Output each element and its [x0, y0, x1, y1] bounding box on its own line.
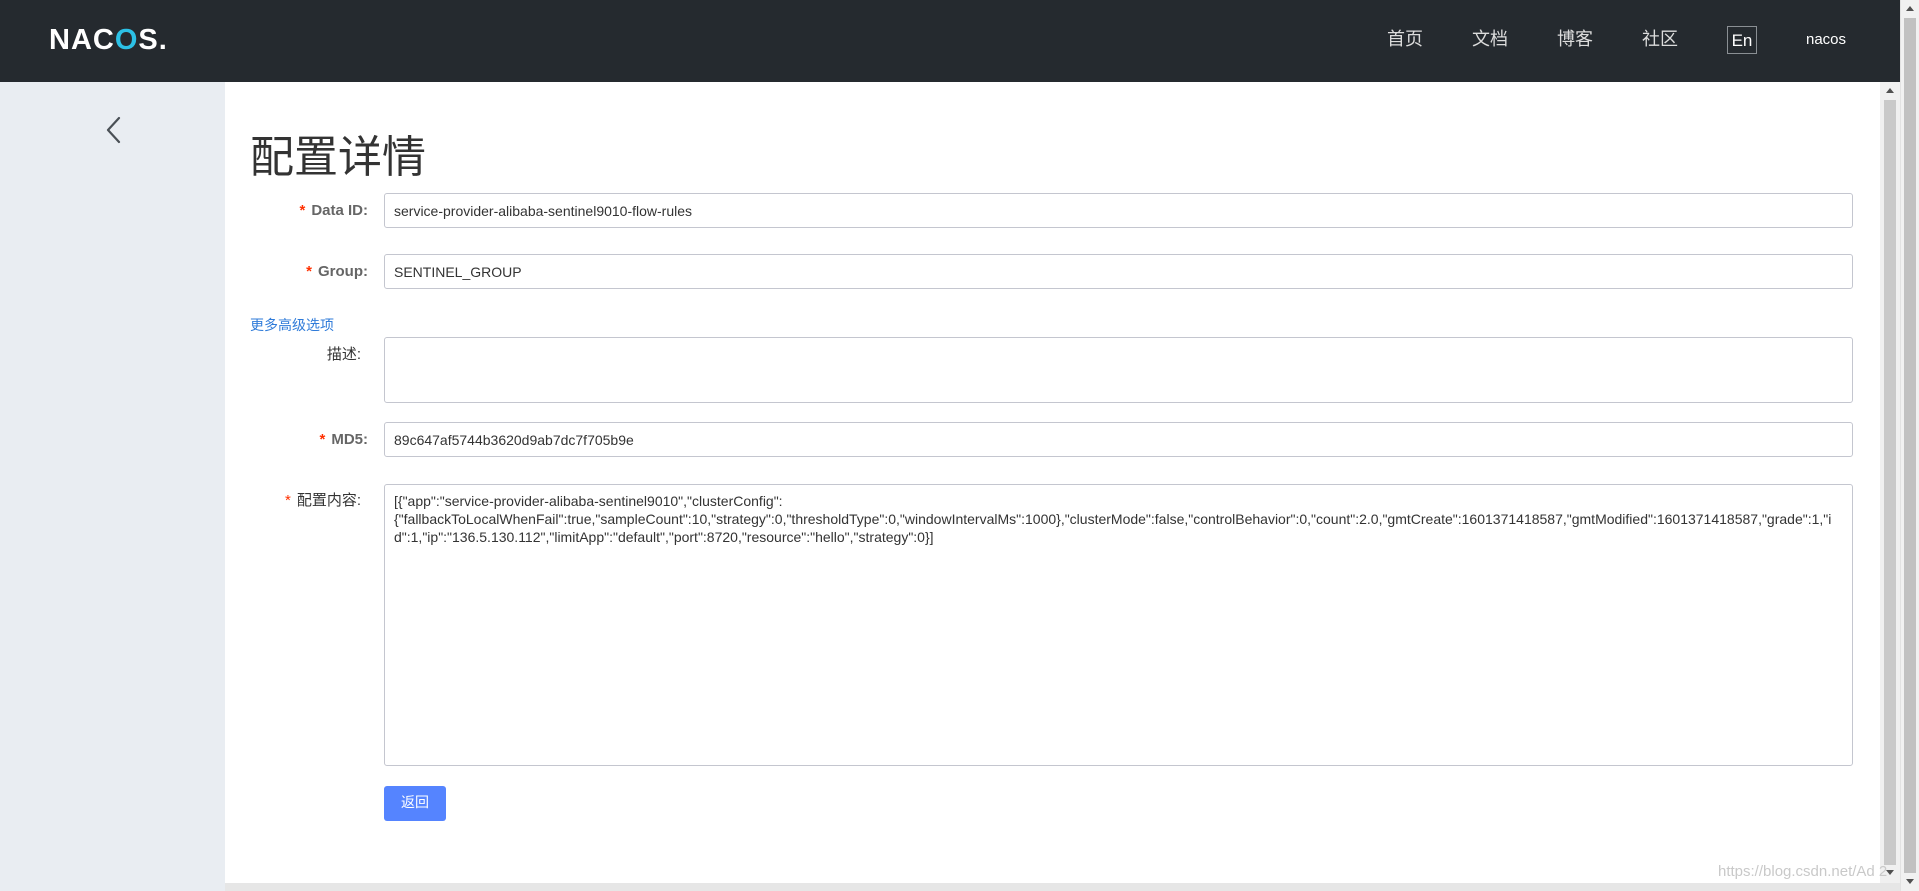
scroll-up-arrow-icon[interactable] [1906, 6, 1914, 11]
group-label: * Group: [306, 262, 368, 282]
username-menu[interactable]: nacos [1806, 28, 1846, 52]
chevron-left-icon[interactable] [104, 116, 124, 144]
scroll-down-arrow-icon[interactable] [1906, 879, 1914, 884]
logo-text-accent: O [114, 24, 139, 56]
config-content-label-text: 配置内容: [296, 492, 361, 509]
logo-text-prefix: NAC [49, 24, 115, 56]
nacos-logo[interactable]: NACOS. [49, 24, 168, 56]
content-vertical-scrollbar[interactable] [1880, 82, 1900, 883]
required-mark: * [284, 492, 291, 509]
scrollbar-thumb[interactable] [1884, 100, 1896, 865]
window-vertical-scrollbar[interactable] [1900, 0, 1919, 891]
nav-item-blog[interactable]: 博客 [1557, 26, 1593, 54]
watermark-text: https://blog.csdn.net/Ad 2 [1718, 863, 1888, 880]
md5-input[interactable] [384, 422, 1853, 457]
required-mark: * [299, 202, 306, 219]
data-id-label-text: Data ID: [311, 202, 368, 219]
scroll-up-arrow-icon[interactable] [1886, 88, 1894, 93]
description-label: 描述: [326, 346, 361, 363]
config-content-label: * 配置内容: [285, 491, 361, 511]
scrollbar-thumb[interactable] [1904, 18, 1916, 873]
group-input[interactable] [384, 254, 1853, 289]
nav-item-home[interactable]: 首页 [1387, 26, 1423, 54]
md5-label: * MD5: [319, 430, 368, 450]
top-navigation-bar: NACOS. 首页 文档 博客 社区 En nacos [0, 0, 1900, 82]
data-id-label: * Data ID: [299, 201, 368, 221]
advanced-options-link[interactable]: 更多高级选项 [250, 316, 334, 336]
description-textarea[interactable] [384, 337, 1853, 403]
logo-text-suffix: S. [138, 24, 168, 56]
language-switch-button[interactable]: En [1727, 26, 1757, 54]
md5-label-text: MD5: [331, 431, 368, 448]
sidebar-panel [0, 82, 225, 891]
back-button[interactable]: 返回 [384, 786, 446, 821]
data-id-input[interactable] [384, 193, 1853, 228]
group-label-text: Group: [318, 263, 368, 280]
required-mark: * [306, 263, 312, 280]
config-content-textarea[interactable]: [{"app":"service-provider-alibaba-sentin… [384, 484, 1853, 766]
nav-item-docs[interactable]: 文档 [1472, 26, 1508, 54]
horizontal-scrollbar[interactable] [225, 883, 1900, 891]
required-mark: * [319, 431, 326, 448]
page-title: 配置详情 [250, 132, 426, 183]
nav-item-community[interactable]: 社区 [1642, 26, 1678, 54]
